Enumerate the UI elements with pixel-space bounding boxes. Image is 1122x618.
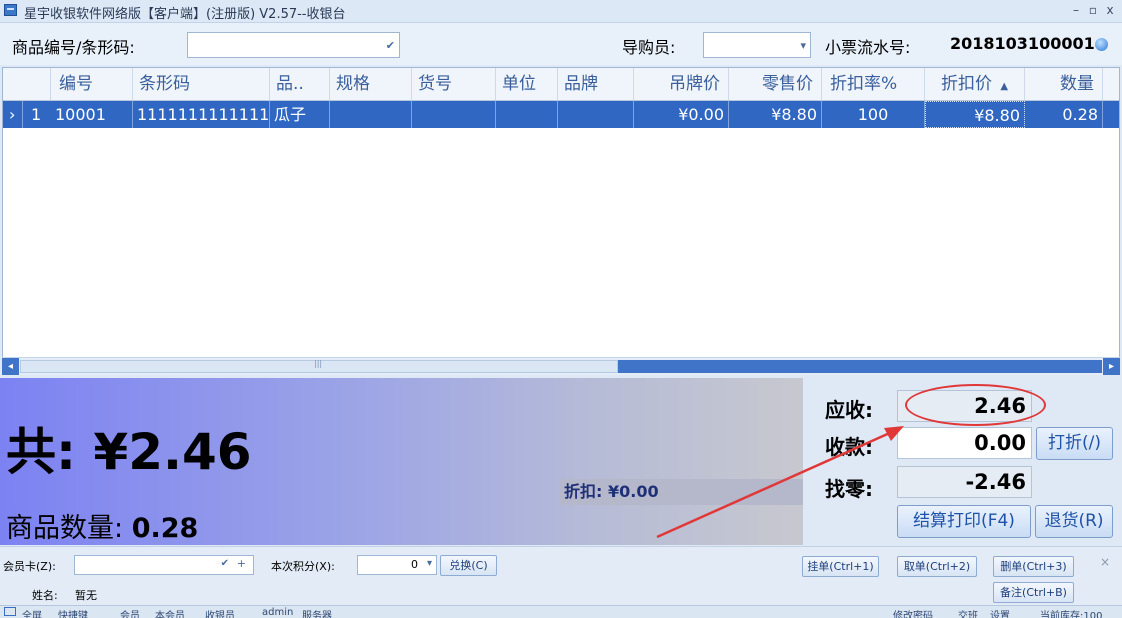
scroll-thumb[interactable]: ||| <box>20 359 618 373</box>
status-shift[interactable]: 交班 <box>958 607 978 618</box>
scroll-right-icon[interactable]: ▸ <box>1103 358 1120 375</box>
grid-header: 编号 条形码 品.. 规格 货号 单位 品牌 吊牌价 零售价 折扣率% 折扣价 … <box>3 68 1119 101</box>
note-button[interactable]: 备注(Ctrl+B) <box>993 582 1074 603</box>
points-label: 本次积分(X): <box>271 560 335 573</box>
total-amount: 共: ¥2.46 <box>6 423 252 481</box>
col-sku[interactable]: 货号 <box>412 68 496 100</box>
checkout-print-button[interactable]: 结算打印(F4) <box>897 505 1031 538</box>
grip-icon: ||| <box>314 359 323 368</box>
close-button[interactable]: x <box>1102 3 1118 17</box>
status-server: 服务器 <box>302 611 332 618</box>
change-value: -2.46 <box>897 466 1032 498</box>
horizontal-scrollbar[interactable]: ◂ ||| ▸ <box>2 357 1120 375</box>
item-quantity: 商品数量: 0.28 <box>6 506 198 545</box>
col-retail-price[interactable]: 零售价 <box>729 68 822 100</box>
member-card-input[interactable]: ✔ + <box>74 555 254 575</box>
sort-ascending-icon: ▲ <box>1000 81 1009 92</box>
retrieve-order-button[interactable]: 取单(Ctrl+2) <box>897 556 977 577</box>
discount-button[interactable]: 打折(/) <box>1036 427 1113 460</box>
cell-unit[interactable] <box>496 101 558 128</box>
cell-spec[interactable] <box>330 101 412 128</box>
status-cashier: 收银员 <box>205 611 235 618</box>
points-input[interactable]: 0 ▾ <box>357 555 437 575</box>
info-icon[interactable] <box>1095 38 1108 51</box>
check-icon[interactable]: ✔ <box>221 558 229 569</box>
name-label: 姓名: <box>32 589 58 602</box>
status-stock: 当前库存:100 <box>1040 611 1103 618</box>
add-icon[interactable]: + <box>237 557 246 570</box>
cell-barcode[interactable]: 1111111111111 <box>133 101 270 128</box>
title-bar: 星宇收银软件网络版【客户端】(注册版) V2.57--收银台 – ▫ x <box>0 0 1122 23</box>
product-code-input[interactable]: ✔ <box>187 32 400 58</box>
name-value: 暂无 <box>75 589 97 602</box>
product-code-label: 商品编号/条形码: <box>12 38 135 57</box>
col-name[interactable]: 品.. <box>270 68 330 100</box>
cell-name[interactable]: 瓜子 <box>270 101 330 128</box>
scroll-track[interactable] <box>618 360 1102 373</box>
cell-sku[interactable] <box>412 101 496 128</box>
delete-order-button[interactable]: 删单(Ctrl+3) <box>993 556 1074 577</box>
col-code[interactable]: 编号 <box>51 68 133 100</box>
row-number: 1 <box>31 105 42 124</box>
received-label: 收款: <box>825 435 873 459</box>
annotation-ellipse <box>905 384 1046 426</box>
chevron-down-icon[interactable]: ✔ <box>386 39 395 52</box>
maximize-button[interactable]: ▫ <box>1085 3 1101 17</box>
amount-due-label: 应收: <box>825 398 873 422</box>
status-member-name: 本会员 <box>155 611 185 618</box>
minimize-button[interactable]: – <box>1068 3 1084 17</box>
fullscreen-icon[interactable] <box>4 607 16 616</box>
cell-qty[interactable]: 0.28 <box>1025 101 1103 128</box>
status-fullscreen[interactable]: 全屏 <box>22 607 42 618</box>
item-quantity-value: 0.28 <box>131 513 199 544</box>
window-title: 星宇收银软件网络版【客户端】(注册版) V2.57--收银台 <box>24 7 346 22</box>
close-icon[interactable]: × <box>1100 555 1110 569</box>
header-indicator <box>3 68 51 100</box>
receipt-number-label: 小票流水号: <box>825 38 911 57</box>
points-value: 0 <box>411 558 418 571</box>
col-brand[interactable]: 品牌 <box>558 68 634 100</box>
hold-order-button[interactable]: 挂单(Ctrl+1) <box>802 556 879 577</box>
cell-tag-price[interactable]: ¥0.00 <box>634 101 729 128</box>
member-card-label: 会员卡(Z): <box>3 560 56 573</box>
receipt-number-value: 2018103100001 <box>950 34 1095 53</box>
status-member: 会员 <box>120 611 140 618</box>
col-unit[interactable]: 单位 <box>496 68 558 100</box>
app-icon <box>4 4 17 16</box>
product-grid: 编号 条形码 品.. 规格 货号 单位 品牌 吊牌价 零售价 折扣率% 折扣价 … <box>2 67 1120 374</box>
received-input[interactable]: 0.00 <box>897 427 1032 459</box>
col-barcode[interactable]: 条形码 <box>133 68 270 100</box>
cell-code[interactable]: 10001 <box>51 101 133 128</box>
search-row: 商品编号/条形码: ✔ 导购员: ▾ 小票流水号: 2018103100001 <box>0 23 1122 65</box>
item-quantity-label: 商品数量: <box>6 513 124 544</box>
col-spec[interactable]: 规格 <box>330 68 412 100</box>
status-bar: 全屏 快捷键 会员 本会员 收银员 admin 服务器 修改密码 交班 设置 当… <box>0 605 1122 618</box>
refund-button[interactable]: 退货(R) <box>1035 505 1113 538</box>
cell-discount-price[interactable]: ¥8.80 <box>925 101 1025 128</box>
row-indicator-icon: › <box>3 101 23 128</box>
discount-amount: 折扣: ¥0.00 <box>560 479 803 505</box>
col-discount-price-label: 折扣价 <box>941 74 992 94</box>
shopping-guide-select[interactable]: ▾ <box>703 32 811 58</box>
status-change-password[interactable]: 修改密码 <box>893 607 933 618</box>
col-discount-rate[interactable]: 折扣率% <box>822 68 925 100</box>
cell-discount-rate[interactable]: 100 <box>822 101 925 128</box>
cell-retail-price[interactable]: ¥8.80 <box>729 101 822 128</box>
col-tag-price[interactable]: 吊牌价 <box>634 68 729 100</box>
col-discount-price[interactable]: 折扣价 ▲ <box>925 68 1025 100</box>
redeem-button[interactable]: 兑换(C) <box>440 555 497 576</box>
summary-panel: 共: ¥2.46 商品数量: 0.28 折扣: ¥0.00 <box>0 378 803 545</box>
scroll-left-icon[interactable]: ◂ <box>2 358 19 375</box>
status-settings[interactable]: 设置 <box>990 607 1010 618</box>
change-label: 找零: <box>825 477 873 501</box>
status-cashier-name: admin <box>262 607 294 618</box>
status-shortcuts[interactable]: 快捷键 <box>58 607 88 618</box>
table-row[interactable]: › 1 10001 1111111111111 瓜子 ¥0.00 ¥8.80 1… <box>3 101 1119 128</box>
chevron-down-icon[interactable]: ▾ <box>427 558 432 569</box>
cell-brand[interactable] <box>558 101 634 128</box>
shopping-guide-label: 导购员: <box>622 38 676 57</box>
chevron-down-icon[interactable]: ▾ <box>800 39 806 52</box>
col-qty[interactable]: 数量 <box>1025 68 1103 100</box>
